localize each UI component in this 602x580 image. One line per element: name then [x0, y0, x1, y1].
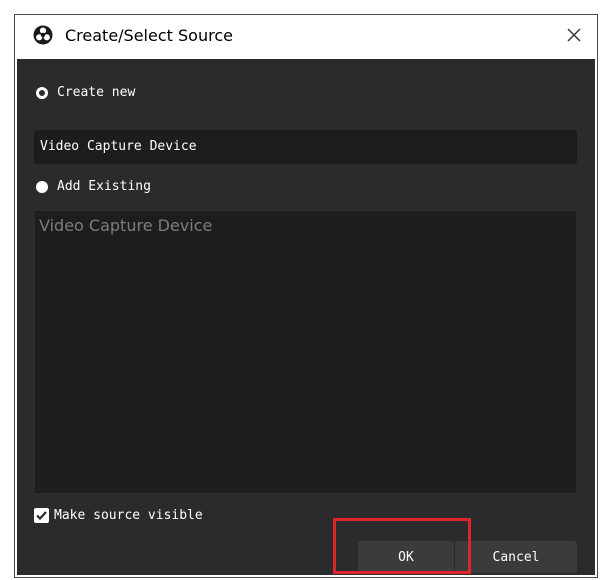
title-bar: Create/Select Source [15, 15, 597, 59]
create-select-source-dialog: Create/Select Source Create new Add Exis… [14, 14, 598, 578]
make-visible-checkbox[interactable]: Make source visible [34, 508, 203, 523]
create-new-radio[interactable]: Create new [36, 85, 135, 100]
radio-selected-icon [36, 86, 48, 99]
cancel-button[interactable]: Cancel [455, 541, 577, 573]
dialog-body: Create new Add Existing Video Capture De… [17, 59, 595, 575]
ok-button-label: OK [398, 549, 414, 565]
create-new-label: Create new [57, 85, 136, 100]
checkmark-icon [34, 508, 49, 523]
ok-button[interactable]: OK [358, 541, 454, 573]
dialog-title: Create/Select Source [65, 26, 233, 45]
cancel-button-label: Cancel [492, 549, 540, 565]
make-visible-label: Make source visible [54, 508, 203, 523]
close-button[interactable] [551, 15, 597, 59]
radio-unselected-icon [36, 180, 48, 193]
close-icon [566, 27, 582, 48]
obs-logo-icon [33, 25, 53, 45]
source-name-field[interactable] [34, 130, 577, 164]
add-existing-label: Add Existing [57, 179, 151, 194]
list-item[interactable]: Video Capture Device [39, 216, 212, 235]
add-existing-radio[interactable]: Add Existing [36, 179, 151, 194]
existing-sources-list[interactable]: Video Capture Device [34, 210, 577, 494]
